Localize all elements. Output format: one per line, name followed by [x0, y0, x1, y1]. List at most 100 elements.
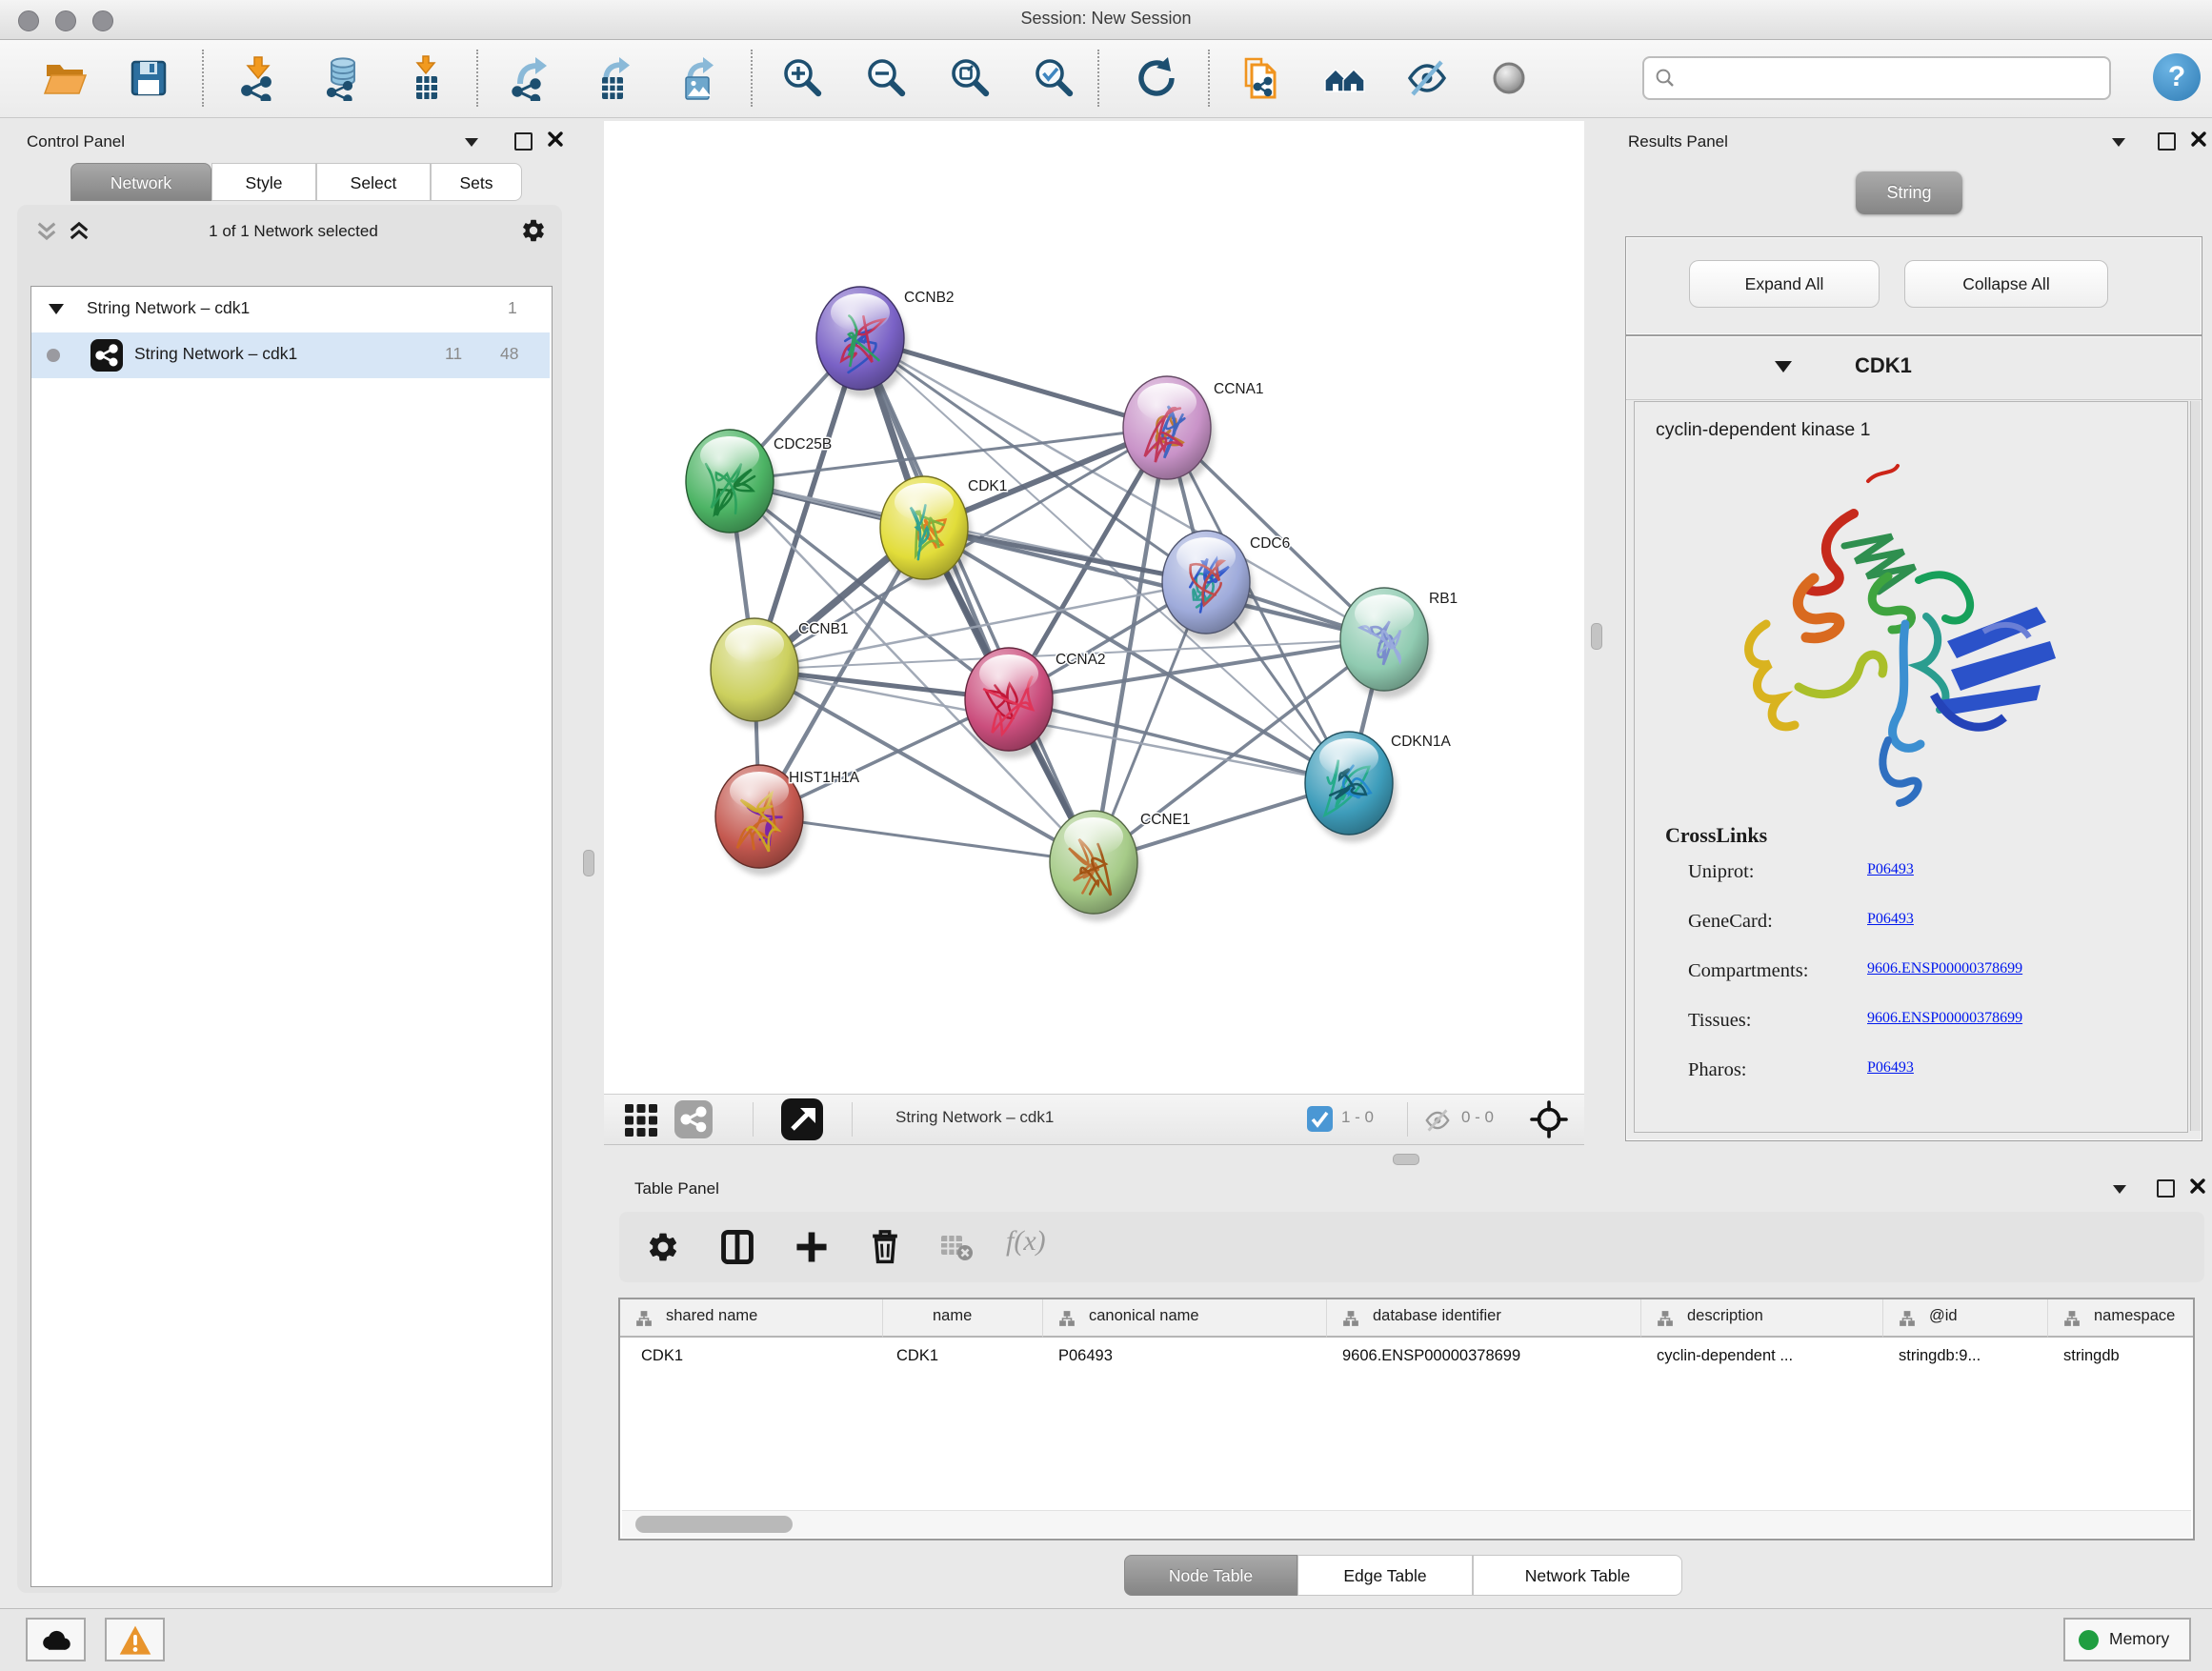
create-column-plus-icon[interactable]	[793, 1228, 831, 1266]
panel-close-icon[interactable]	[547, 131, 564, 148]
crosslink-value-link[interactable]: P06493	[1867, 911, 1914, 928]
network-row[interactable]: String Network – cdk1 11 48	[31, 332, 550, 378]
right-splitter-handle[interactable]	[1591, 623, 1602, 650]
table-cell[interactable]: cyclin-dependent ...	[1641, 1339, 1883, 1379]
export-table-button[interactable]	[591, 55, 636, 101]
delete-column-trash-icon[interactable]	[865, 1226, 905, 1266]
expand-all-icon[interactable]	[67, 219, 91, 244]
scrollbar-thumb[interactable]	[635, 1516, 793, 1533]
tab-style[interactable]: Style	[211, 163, 316, 201]
table-horizontal-scrollbar[interactable]	[622, 1510, 2191, 1538]
tab-network[interactable]: Network	[70, 163, 211, 201]
column-header-at-id[interactable]: @id	[1883, 1299, 2048, 1338]
import-network-button[interactable]	[236, 55, 282, 101]
birds-eye-view-button[interactable]	[781, 1098, 823, 1140]
crosslink-label: Uniprot:	[1688, 861, 1754, 882]
column-header-name[interactable]: name	[883, 1299, 1043, 1338]
panel-close-icon[interactable]	[2190, 131, 2207, 148]
crosshair-icon[interactable]	[1530, 1100, 1568, 1138]
table-settings-gear-icon[interactable]	[646, 1230, 680, 1264]
grid-view-icon[interactable]	[623, 1102, 659, 1138]
network-selection-summary: 1 of 1 Network selected	[122, 222, 465, 241]
gene-expander-icon[interactable]	[1775, 361, 1792, 372]
apply-layout-button[interactable]	[1134, 55, 1179, 101]
zoom-in-button[interactable]	[779, 55, 825, 101]
network-node-CCNB2[interactable]	[816, 287, 908, 397]
search-input[interactable]	[1682, 60, 2096, 94]
warnings-button[interactable]	[105, 1618, 165, 1661]
table-cell[interactable]: 9606.ENSP00000378699	[1327, 1339, 1641, 1379]
panel-menu-icon[interactable]	[2112, 138, 2125, 147]
cloud-button[interactable]	[26, 1618, 86, 1661]
bottom-splitter-handle[interactable]	[1393, 1154, 1419, 1165]
gene-section-header[interactable]: CDK1	[1626, 336, 2202, 400]
column-header-canonical-name[interactable]: canonical name	[1043, 1299, 1327, 1338]
memory-button[interactable]: Memory	[2063, 1618, 2191, 1661]
table-cell[interactable]: CDK1	[620, 1339, 883, 1379]
crosslink-value-link[interactable]: 9606.ENSP00000378699	[1867, 960, 2022, 977]
table-cell[interactable]: P06493	[1043, 1339, 1327, 1379]
column-header-namespace[interactable]: namespace	[2048, 1299, 2193, 1338]
help-button[interactable]: ?	[2153, 53, 2201, 101]
string-network-graph: CCNB2CCNA1CDC25BCDK1CDC6RB1CCNB1CCNA2CDK…	[604, 121, 1584, 1094]
tab-select[interactable]: Select	[316, 163, 431, 201]
import-table-button[interactable]	[404, 55, 450, 101]
expand-all-button[interactable]: Expand All	[1689, 260, 1880, 308]
open-session-button[interactable]	[42, 55, 88, 101]
network-collection-row[interactable]: String Network – cdk1 1	[31, 287, 550, 332]
column-header-shared-name[interactable]: shared name	[620, 1299, 883, 1338]
zoom-fit-button[interactable]	[947, 55, 993, 101]
toolbar-separator	[1208, 50, 1210, 107]
network-node-CCNA1[interactable]	[1123, 376, 1215, 487]
column-header-description[interactable]: description	[1641, 1299, 1883, 1338]
gene-details-scrollbar[interactable]	[2190, 401, 2201, 1131]
cell-value: CDK1	[641, 1347, 683, 1365]
crosslink-value-link[interactable]: P06493	[1867, 1059, 1914, 1077]
network-node-RB1[interactable]	[1340, 588, 1432, 698]
tab-string[interactable]: String	[1856, 171, 1962, 214]
network-canvas[interactable]: CCNB2CCNA1CDC25BCDK1CDC6RB1CCNB1CCNA2CDK…	[604, 121, 1584, 1094]
panel-float-icon[interactable]	[2158, 132, 2176, 151]
column-header-database-identifier[interactable]: database identifier	[1327, 1299, 1641, 1338]
table-cell[interactable]: stringdb:9...	[1883, 1339, 2048, 1379]
zoom-out-button[interactable]	[863, 55, 909, 101]
table-cell[interactable]: CDK1	[883, 1339, 1043, 1379]
tab-edge-table[interactable]: Edge Table	[1297, 1555, 1473, 1596]
collection-expander-icon[interactable]	[49, 304, 64, 314]
network-options-gear-icon[interactable]	[520, 217, 547, 244]
export-image-button[interactable]	[674, 55, 720, 101]
string-home-button[interactable]	[1322, 55, 1368, 101]
selected-checkbox[interactable]	[1307, 1106, 1333, 1132]
network-node-CDKN1A[interactable]	[1305, 732, 1397, 842]
zoom-selected-button[interactable]	[1031, 55, 1076, 101]
tab-network-table[interactable]: Network Table	[1473, 1555, 1682, 1596]
column-label: shared name	[666, 1307, 757, 1325]
crosslink-value-link[interactable]: P06493	[1867, 861, 1914, 878]
tab-sets[interactable]: Sets	[431, 163, 522, 201]
hidden-eye-slash-icon[interactable]	[1423, 1106, 1452, 1135]
network-node-CCNE1[interactable]	[1050, 811, 1141, 921]
database-icon	[320, 55, 366, 101]
crosslink-value-link[interactable]: 9606.ENSP00000378699	[1867, 1010, 2022, 1027]
collapse-all-icon[interactable]	[34, 219, 59, 244]
table-cell[interactable]: stringdb	[2048, 1339, 2193, 1379]
panel-float-icon[interactable]	[2157, 1179, 2175, 1198]
panel-close-icon[interactable]	[2189, 1178, 2206, 1195]
left-splitter-handle[interactable]	[583, 850, 594, 876]
cell-value: P06493	[1058, 1347, 1113, 1365]
network-badge-icon[interactable]	[674, 1100, 713, 1138]
show-columns-icon[interactable]	[718, 1228, 756, 1266]
network-node-CDK1[interactable]	[880, 476, 972, 587]
hide-unhide-button[interactable]	[1404, 55, 1450, 101]
panel-float-icon[interactable]	[514, 132, 533, 151]
export-network-button[interactable]	[507, 55, 553, 101]
import-network-from-database-button[interactable]	[320, 55, 366, 101]
string-import-button[interactable]	[1238, 55, 1284, 101]
panel-menu-icon[interactable]	[465, 138, 478, 147]
tab-node-table[interactable]: Node Table	[1124, 1555, 1297, 1596]
network-node-CCNB1[interactable]	[711, 618, 802, 729]
gray-orb-button[interactable]	[1486, 55, 1532, 101]
panel-menu-icon[interactable]	[2113, 1185, 2126, 1194]
save-session-button[interactable]	[126, 55, 171, 101]
collapse-all-button[interactable]: Collapse All	[1904, 260, 2108, 308]
